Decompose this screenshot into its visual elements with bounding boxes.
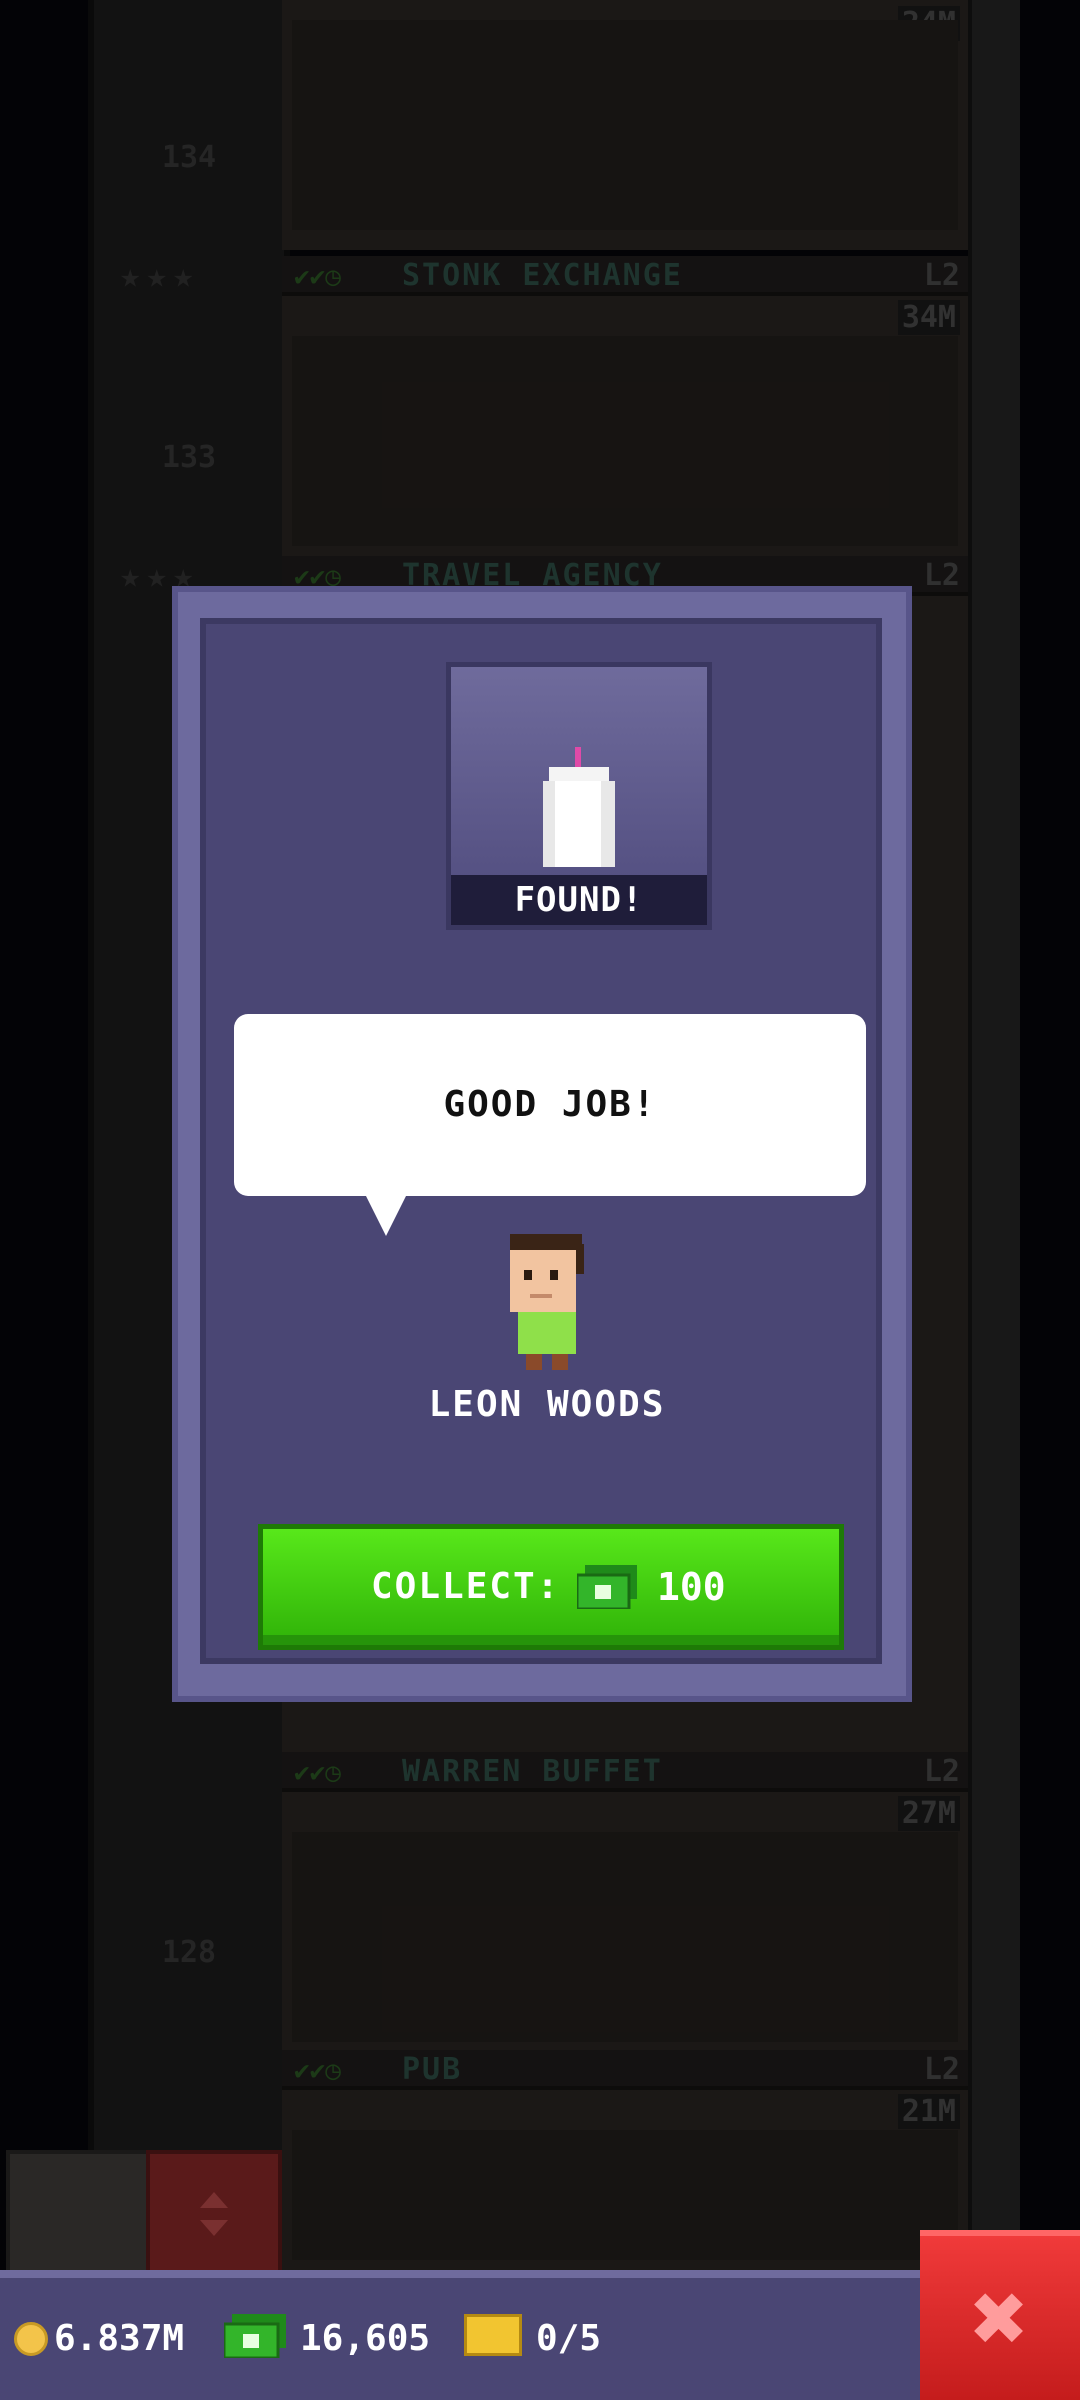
bux-value: 16,605 <box>300 2318 431 2359</box>
close-icon: ✖ <box>971 2262 1029 2374</box>
npc-avatar <box>510 1234 584 1370</box>
found-item-dialog: FOUND! GOOD JOB! LEON WOODS COLLECT: 100 <box>172 586 912 1702</box>
elevator-button[interactable] <box>6 2150 150 2278</box>
speech-bubble-tail <box>366 1196 406 1236</box>
collect-amount: 100 <box>657 1565 726 1609</box>
ticket-icon <box>464 2314 522 2356</box>
close-button[interactable]: ✖ <box>920 2230 1080 2400</box>
speech-bubble: GOOD JOB! <box>234 1014 866 1196</box>
collect-label: COLLECT: <box>371 1566 561 1607</box>
speech-text: GOOD JOB! <box>443 1084 657 1125</box>
coin-icon <box>14 2322 48 2356</box>
move-button[interactable] <box>146 2150 282 2278</box>
collect-button[interactable]: COLLECT: 100 <box>258 1524 844 1650</box>
up-down-arrows-icon <box>200 2192 228 2236</box>
cup-icon <box>543 747 615 867</box>
cash-icon <box>577 1565 637 1609</box>
coins-value: 6.837M <box>54 2318 185 2359</box>
cash-icon <box>224 2314 286 2358</box>
npc-name: LEON WOODS <box>428 1384 666 1425</box>
found-label: FOUND! <box>451 875 707 925</box>
status-bar: 6.837M 16,605 0/5 <box>0 2270 920 2400</box>
tickets-value: 0/5 <box>536 2318 602 2359</box>
found-item-frame: FOUND! <box>446 662 712 930</box>
dialog-panel: FOUND! GOOD JOB! LEON WOODS COLLECT: 100 <box>200 618 882 1664</box>
